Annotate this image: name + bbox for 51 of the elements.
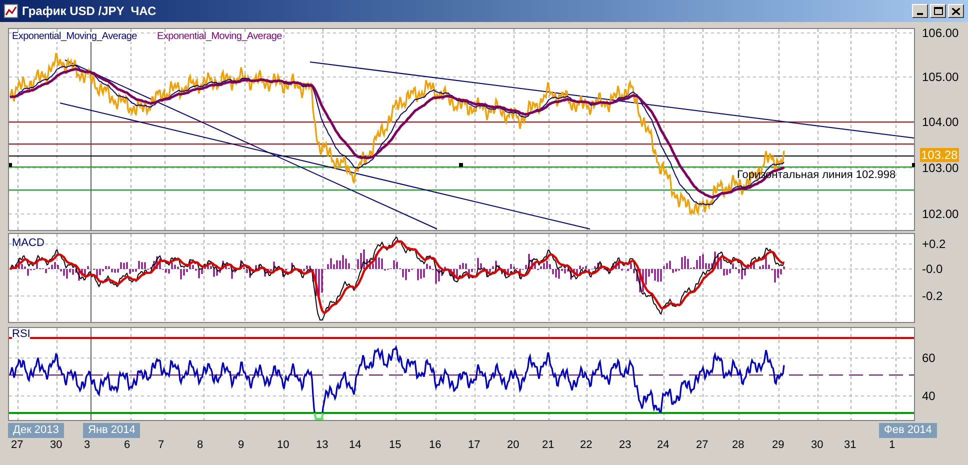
window-title: График USD /JPY ЧАС bbox=[22, 3, 156, 20]
day-label: 23 bbox=[619, 440, 632, 451]
axis-label: 105.00 bbox=[922, 71, 959, 83]
day-label: 29 bbox=[772, 440, 784, 451]
legend-label: Exponential_Moving_Average bbox=[12, 32, 137, 42]
axis-label: -0.2 bbox=[922, 290, 943, 302]
chart-icon bbox=[4, 4, 18, 18]
day-label: 14 bbox=[349, 440, 362, 451]
day-label: 31 bbox=[844, 440, 856, 451]
day-label: 17 bbox=[468, 440, 480, 451]
legend-label: Exponential_Moving_Average bbox=[157, 32, 282, 42]
line-handle-icon bbox=[9, 163, 12, 167]
axis-label: 106.00 bbox=[922, 27, 959, 39]
day-label: 20 bbox=[507, 440, 520, 451]
line-handle-icon bbox=[459, 163, 463, 167]
axis-label: 102.00 bbox=[922, 208, 959, 220]
day-label: 10 bbox=[277, 440, 290, 451]
day-label: 16 bbox=[429, 440, 442, 451]
day-label: 15 bbox=[389, 440, 402, 451]
minimize-button[interactable] bbox=[912, 4, 928, 18]
day-label: 13 bbox=[316, 440, 328, 451]
axis-label: 40 bbox=[922, 390, 936, 402]
day-label: 8 bbox=[197, 440, 204, 451]
day-label: 9 bbox=[238, 440, 244, 451]
day-label: 3 bbox=[84, 440, 90, 451]
day-label: 6 bbox=[124, 440, 130, 451]
axis-label: 60 bbox=[922, 352, 936, 364]
day-label: 30 bbox=[50, 440, 62, 451]
price-tag: 103.28 bbox=[920, 148, 959, 162]
axis-label: -0.0 bbox=[922, 263, 943, 275]
maximize-button[interactable] bbox=[930, 4, 946, 18]
day-label: 27 bbox=[696, 440, 708, 451]
day-label: 24 bbox=[657, 440, 670, 451]
day-label: 22 bbox=[580, 440, 592, 451]
axis-label: 104.00 bbox=[922, 116, 959, 128]
month-tag: Дек 2013 bbox=[8, 423, 64, 438]
month-tag: Фев 2014 bbox=[879, 423, 937, 438]
axis-label: +0.2 bbox=[922, 238, 946, 250]
panel-label: MACD bbox=[12, 238, 44, 249]
day-label: 1 bbox=[889, 440, 896, 451]
day-label: 27 bbox=[11, 440, 24, 451]
panel-label: RSI bbox=[12, 329, 30, 340]
day-label: 30 bbox=[811, 440, 824, 451]
month-tag: Янв 2014 bbox=[83, 423, 140, 438]
day-label: 21 bbox=[542, 440, 554, 451]
line-handle-icon bbox=[912, 163, 915, 167]
day-label: 7 bbox=[158, 440, 164, 451]
axis-label: 103.00 bbox=[922, 162, 959, 174]
close-icon bbox=[952, 8, 960, 14]
day-label: 28 bbox=[732, 440, 744, 451]
close-button[interactable] bbox=[948, 4, 964, 18]
